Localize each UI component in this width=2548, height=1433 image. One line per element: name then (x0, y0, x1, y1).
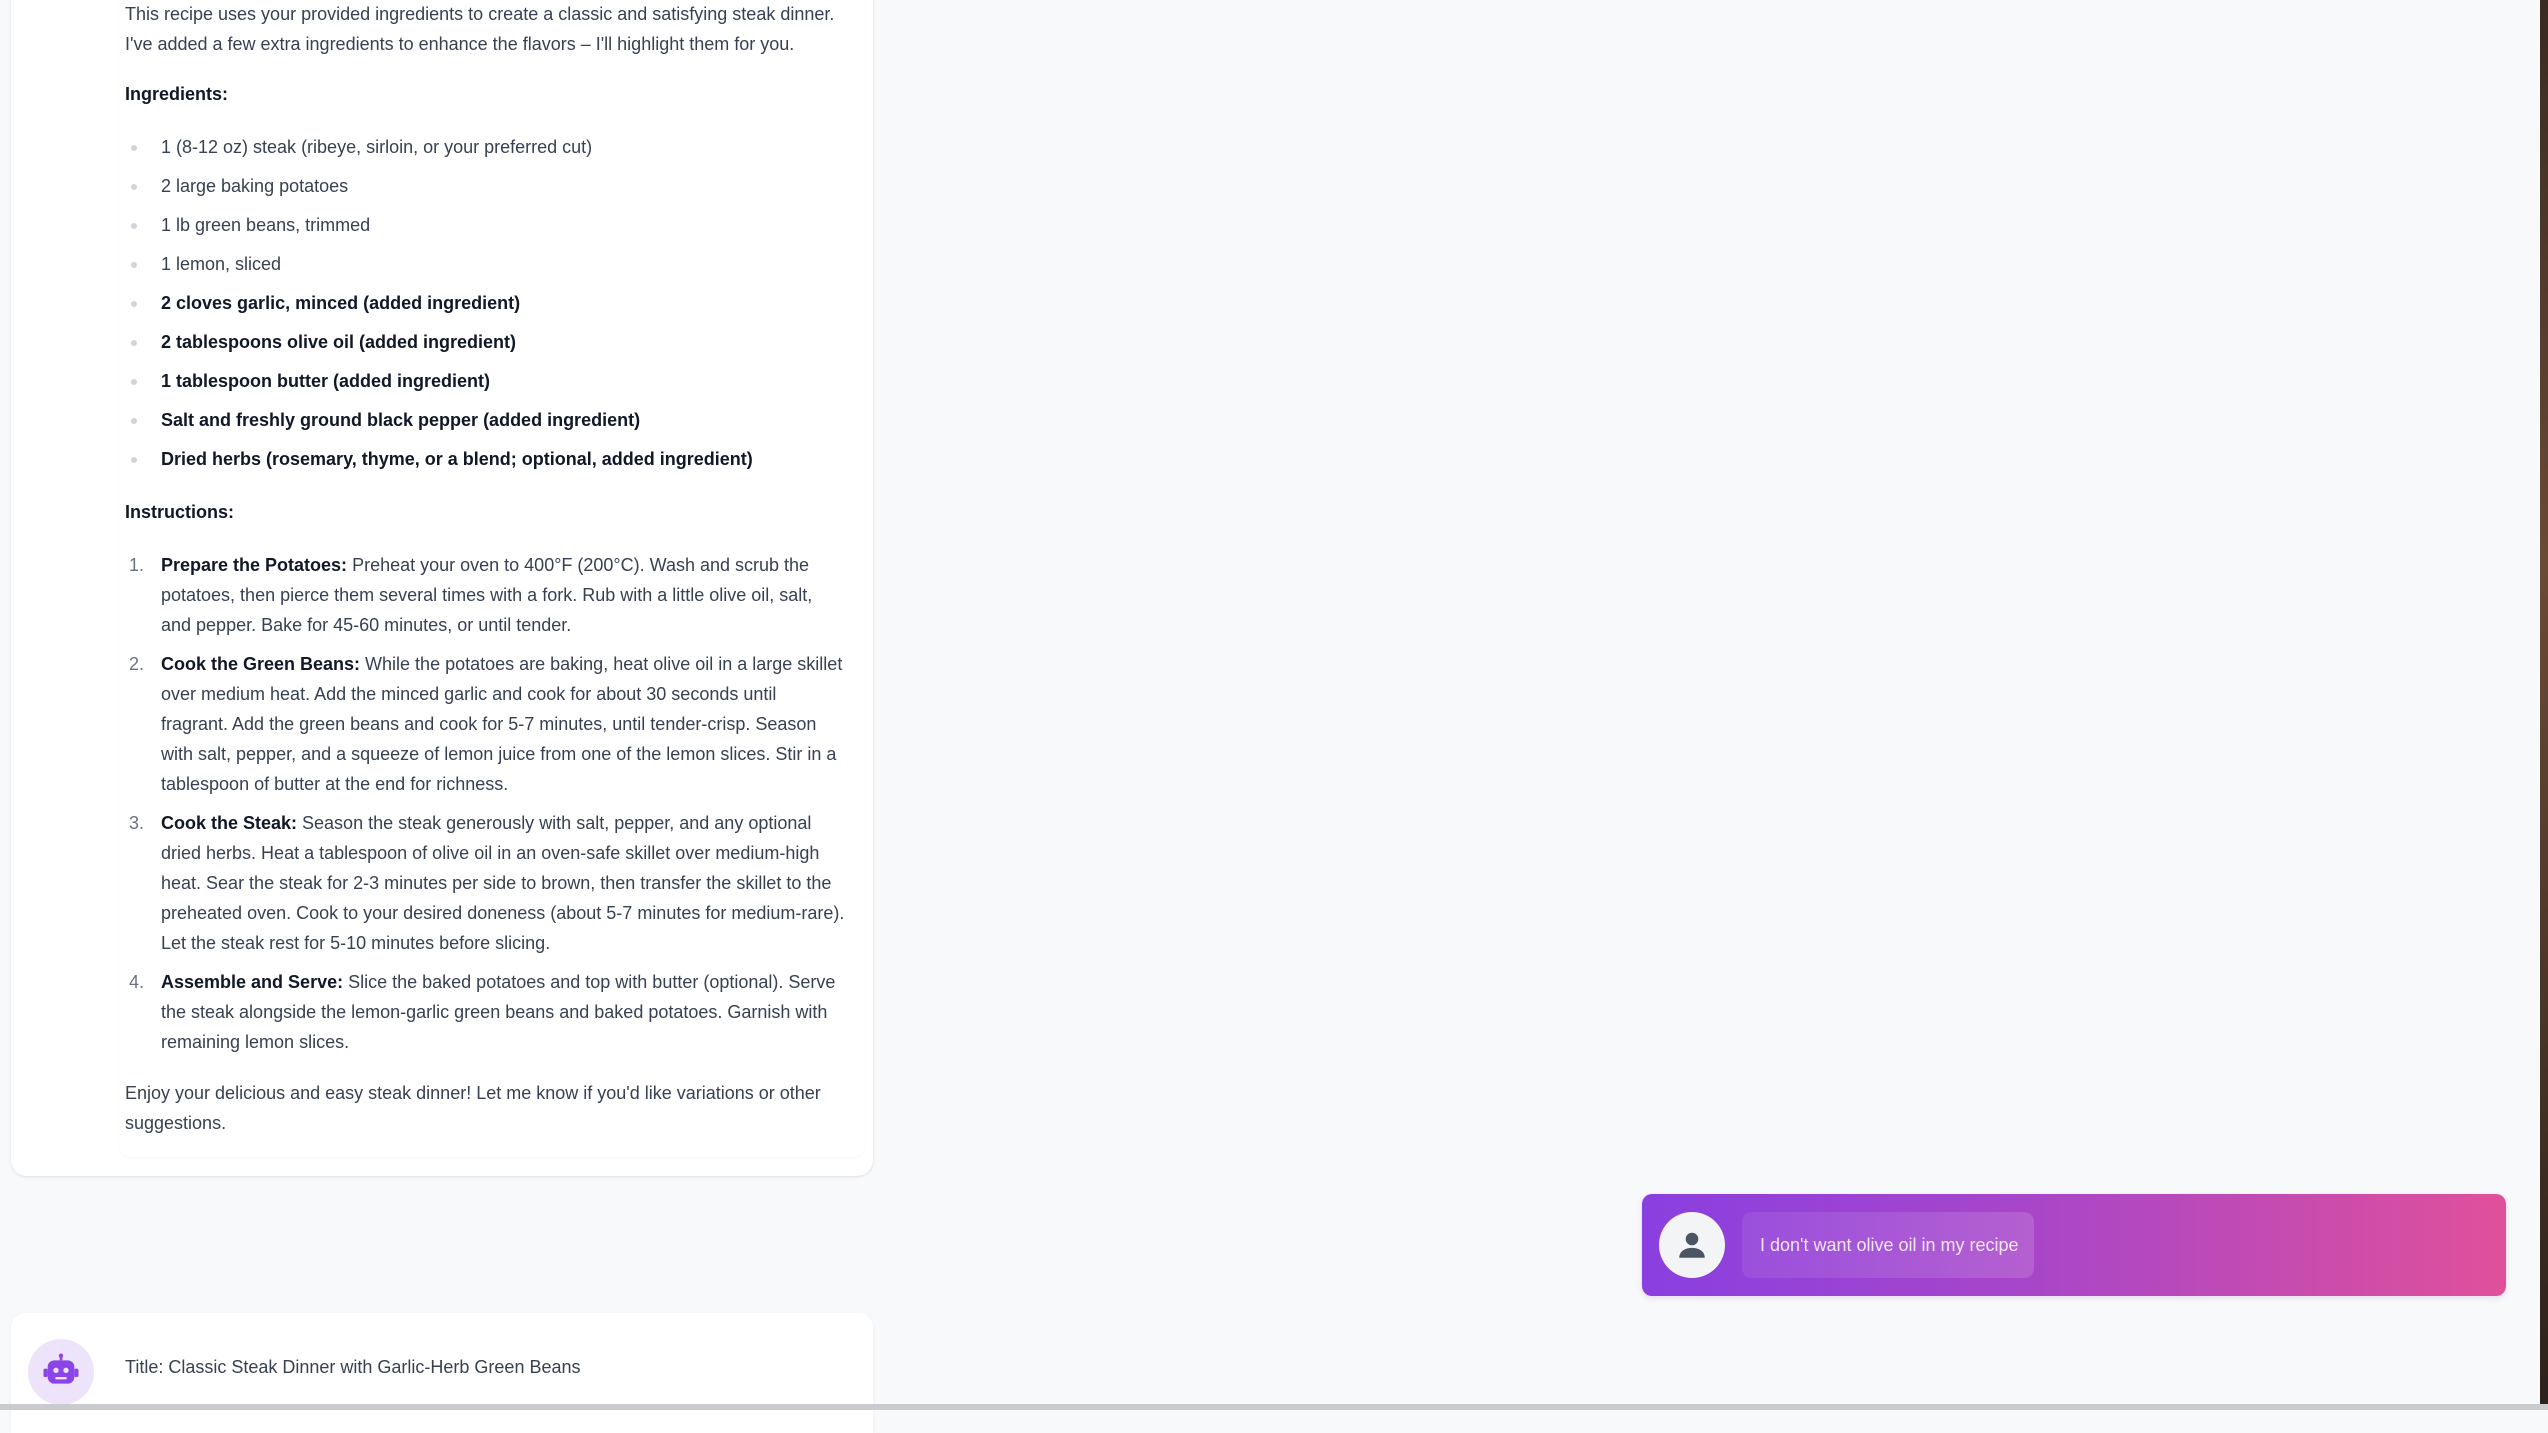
ingredient-text: 1 tablespoon butter (added ingredient) (161, 371, 491, 391)
bullet-icon (131, 418, 137, 424)
bullet-icon (131, 379, 137, 385)
step-number: 2. (129, 654, 145, 674)
user-message-bubble: I don't want olive oil in my recipe (1642, 1194, 2506, 1296)
assistant-message-2-text: Title: Classic Steak Dinner with Garlic-… (125, 1357, 581, 1377)
step-text: Season the steak generously with salt, p… (161, 813, 845, 953)
ingredient-text: 1 (8-12 oz) steak (ribeye, sirloin, or y… (161, 137, 593, 157)
ingredients-heading: Ingredients: (125, 84, 229, 104)
bullet-icon (131, 340, 137, 346)
ingredient-item: 1 tablespoon butter (added ingredient) (125, 366, 845, 405)
step-title: Prepare the Potatoes: (161, 555, 348, 575)
user-message-text: I don't want olive oil in my recipe (1742, 1212, 2034, 1278)
step-title: Cook the Green Beans: (161, 654, 361, 674)
bullet-icon (131, 301, 137, 307)
ingredient-text: 2 tablespoons olive oil (added ingredien… (161, 332, 517, 352)
ingredient-text: 2 large baking potatoes (161, 176, 349, 196)
ingredients-list: 1 (8-12 oz) steak (ribeye, sirloin, or y… (125, 132, 845, 483)
recipe-outro: Enjoy your delicious and easy steak dinn… (125, 1083, 821, 1133)
ingredient-text: 2 cloves garlic, minced (added ingredien… (161, 293, 521, 313)
robot-icon (43, 1353, 79, 1384)
step-number: 3. (129, 813, 145, 833)
bottom-divider (0, 1404, 2548, 1410)
instructions-heading: Instructions: (125, 502, 235, 522)
ingredient-item: 2 cloves garlic, minced (added ingredien… (125, 288, 845, 327)
instruction-step: 4. Assemble and Serve: Slice the baked po… (125, 967, 845, 1057)
bullet-icon (131, 457, 137, 463)
ingredient-item: Salt and freshly ground black pepper (ad… (125, 405, 845, 444)
recipe-intro: This recipe uses your provided ingredien… (125, 4, 835, 54)
step-text: While the potatoes are baking, heat oliv… (161, 654, 843, 794)
bullet-icon (131, 184, 137, 190)
bullet-icon (131, 262, 137, 268)
ingredient-text: Salt and freshly ground black pepper (ad… (161, 410, 641, 430)
bullet-icon (131, 223, 137, 229)
step-title: Assemble and Serve: (161, 972, 344, 992)
assistant-message-card-2: Title: Classic Steak Dinner with Garlic-… (11, 1313, 873, 1433)
ingredient-item: 2 large baking potatoes (125, 171, 845, 210)
ingredient-item: Dried herbs (rosemary, thyme, or a blend… (125, 444, 845, 483)
ingredient-item: 1 lb green beans, trimmed (125, 210, 845, 249)
window-edge (2540, 0, 2548, 1410)
step-number: 1. (129, 555, 145, 575)
ingredient-item: 1 lemon, sliced (125, 249, 845, 288)
ingredient-text: 1 lb green beans, trimmed (161, 215, 371, 235)
step-title: Cook the Steak: (161, 813, 298, 833)
instruction-step: 3. Cook the Steak: Season the steak gener… (125, 808, 845, 958)
ingredient-text: 1 lemon, sliced (161, 254, 282, 274)
user-icon (1679, 1232, 1705, 1258)
instruction-step: 2. Cook the Green Beans: While the potato… (125, 649, 845, 799)
assistant-avatar (28, 1339, 94, 1405)
ingredient-text: Dried herbs (rosemary, thyme, or a blend… (161, 449, 753, 469)
bullet-icon (131, 145, 137, 151)
instruction-step: 1. Prepare the Potatoes: Preheat your ove… (125, 550, 845, 640)
ingredient-item: 1 (8-12 oz) steak (ribeye, sirloin, or y… (125, 132, 845, 171)
instructions-list: 1. Prepare the Potatoes: Preheat your ove… (125, 550, 845, 1066)
step-number: 4. (129, 972, 145, 992)
user-avatar (1659, 1212, 1725, 1278)
ingredient-item: 2 tablespoons olive oil (added ingredien… (125, 327, 845, 366)
